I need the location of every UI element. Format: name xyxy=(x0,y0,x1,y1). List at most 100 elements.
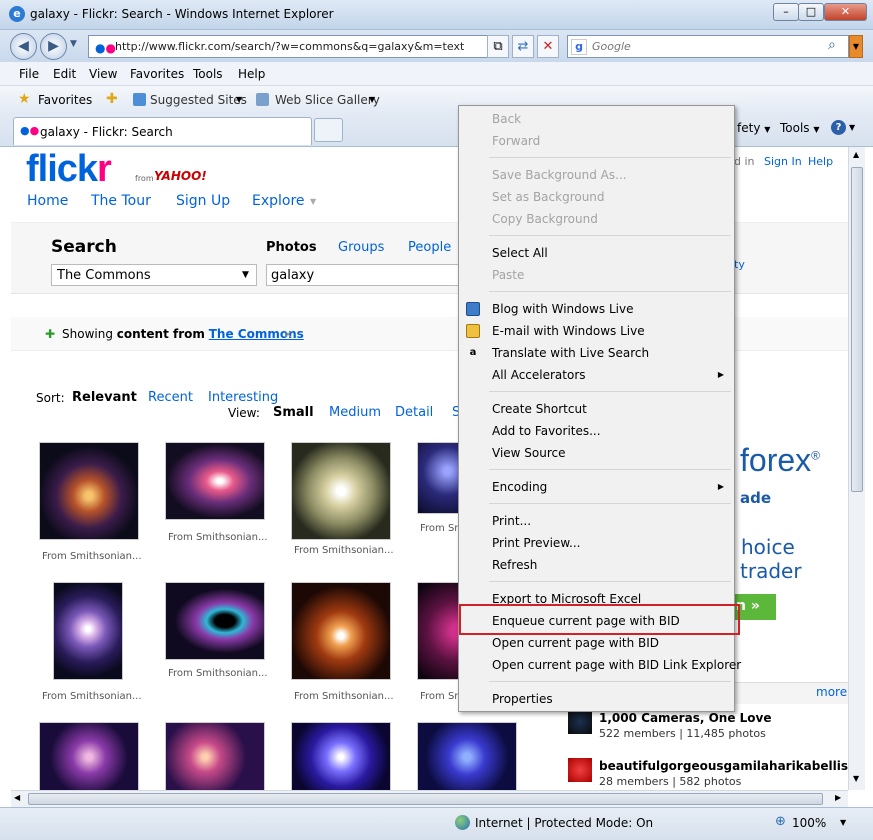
back-button[interactable]: ◀ xyxy=(10,33,37,60)
photo-thumbnail[interactable] xyxy=(165,582,265,660)
zoom-level[interactable]: 100% xyxy=(792,816,826,830)
menu-select-all[interactable]: Select All xyxy=(492,246,548,260)
menu-view-source[interactable]: View Source xyxy=(492,446,566,460)
menu-file[interactable]: File xyxy=(19,67,39,81)
menu-forward[interactable]: Forward xyxy=(492,134,540,148)
add-favorites-icon[interactable]: ✚ xyxy=(106,91,118,107)
menu-set-background[interactable]: Set as Background xyxy=(492,190,605,204)
query-input[interactable]: galaxy xyxy=(266,264,466,286)
search-options-dropdown[interactable]: ▼ xyxy=(849,35,863,58)
photo-caption[interactable]: From Smithsonian... xyxy=(168,668,268,679)
scroll-down-icon[interactable]: ▼ xyxy=(853,774,859,783)
photo-thumbnail[interactable] xyxy=(53,582,123,680)
refresh-icon[interactable]: ⇄ xyxy=(512,35,534,58)
group-name[interactable]: beautifulgorgeousgamilaharikabellissima xyxy=(599,759,848,773)
stop-icon[interactable]: ✕ xyxy=(537,35,559,58)
scroll-up-icon[interactable]: ▲ xyxy=(853,150,859,159)
address-url[interactable]: http://www.flickr.com/search/?w=commons&… xyxy=(115,40,464,53)
nav-home[interactable]: Home xyxy=(27,193,68,209)
menu-edit[interactable]: Edit xyxy=(53,67,76,81)
help-link[interactable]: Help xyxy=(808,155,833,168)
close-button[interactable]: ✕ xyxy=(824,3,867,21)
advanced-link-fragment[interactable]: ty xyxy=(734,258,745,271)
tab-galaxy[interactable]: ●● galaxy - Flickr: Search xyxy=(13,117,312,145)
address-bar[interactable]: ●● http://www.flickr.com/search/?w=commo… xyxy=(88,35,491,58)
suggested-sites-link[interactable]: Suggested Sites xyxy=(150,93,247,107)
remove-filter-icon[interactable]: × xyxy=(283,327,293,341)
forward-button[interactable]: ▶ xyxy=(40,33,67,60)
tools-menu[interactable]: Tools ▼ xyxy=(780,121,820,135)
chevron-down-icon[interactable]: ▼ xyxy=(310,197,316,206)
menu-blog-windows-live[interactable]: Blog with Windows Live xyxy=(492,302,634,316)
menu-email-windows-live[interactable]: E-mail with Windows Live xyxy=(492,324,645,338)
scroll-thumb[interactable] xyxy=(851,167,863,492)
security-zone[interactable]: Internet | Protected Mode: On xyxy=(475,816,653,830)
ad-button[interactable]: n » xyxy=(734,594,776,620)
sort-recent[interactable]: Recent xyxy=(148,390,193,405)
menu-back[interactable]: Back xyxy=(492,112,521,126)
view-medium[interactable]: Medium xyxy=(329,405,381,420)
scroll-left-icon[interactable]: ◀ xyxy=(14,793,20,802)
menu-properties[interactable]: Properties xyxy=(492,692,553,706)
menu-create-shortcut[interactable]: Create Shortcut xyxy=(492,402,587,416)
menu-all-accelerators[interactable]: All Accelerators xyxy=(492,368,586,382)
new-tab-button[interactable] xyxy=(314,118,343,142)
menu-add-favorites[interactable]: Add to Favorites... xyxy=(492,424,601,438)
search-tab-photos[interactable]: Photos xyxy=(266,240,317,255)
compatibility-view-icon[interactable]: ⧉ xyxy=(487,35,509,58)
menu-refresh[interactable]: Refresh xyxy=(492,558,537,572)
photo-thumbnail[interactable] xyxy=(291,722,391,790)
menu-print[interactable]: Print... xyxy=(492,514,531,528)
menu-translate-live-search[interactable]: Translate with Live Search xyxy=(492,346,649,360)
scroll-right-icon[interactable]: ▶ xyxy=(835,793,841,802)
photo-thumbnail[interactable] xyxy=(165,442,265,520)
search-tab-people[interactable]: People xyxy=(408,240,451,255)
safety-menu[interactable]: fety ▼ xyxy=(737,121,770,135)
vertical-scrollbar[interactable]: ▲ ▼ xyxy=(848,147,865,790)
ad-brand[interactable]: forex® xyxy=(740,442,820,479)
menu-save-background[interactable]: Save Background As... xyxy=(492,168,627,182)
menu-favorites[interactable]: Favorites xyxy=(130,67,184,81)
sort-interesting[interactable]: Interesting xyxy=(208,390,278,405)
more-groups-link[interactable]: more. xyxy=(816,685,848,699)
search-icon[interactable]: ⌕ xyxy=(828,37,836,53)
horizontal-scrollbar[interactable]: ◀ ▶ xyxy=(11,790,848,807)
web-slice-link[interactable]: Web Slice Gallery xyxy=(275,93,380,107)
view-small[interactable]: Small xyxy=(273,405,314,420)
nav-the-tour[interactable]: The Tour xyxy=(91,193,151,209)
minimize-button[interactable]: – xyxy=(773,3,799,21)
help-icon[interactable]: ? xyxy=(831,120,846,135)
recent-pages-dropdown[interactable]: ▼ xyxy=(70,39,77,49)
photo-caption[interactable]: From Smithsonian... xyxy=(294,691,394,702)
scope-select[interactable]: The Commons ▼ xyxy=(51,264,257,286)
view-detail[interactable]: Detail xyxy=(395,405,433,420)
photo-thumbnail[interactable] xyxy=(291,442,391,540)
photo-caption[interactable]: From Smithsonian... xyxy=(42,551,142,562)
menu-paste[interactable]: Paste xyxy=(492,268,524,282)
menu-tools[interactable]: Tools xyxy=(193,67,223,81)
menu-encoding[interactable]: Encoding xyxy=(492,480,547,494)
nav-sign-up[interactable]: Sign Up xyxy=(176,193,230,209)
menu-help[interactable]: Help xyxy=(238,67,265,81)
chevron-down-icon[interactable]: ▼ xyxy=(849,123,855,132)
chevron-down-icon[interactable]: ▼ xyxy=(369,95,375,104)
photo-thumbnail[interactable] xyxy=(165,722,265,790)
menu-open-bid[interactable]: Open current page with BID xyxy=(492,636,659,650)
search-box[interactable]: g Google ⌕ xyxy=(567,35,849,58)
menu-copy-background[interactable]: Copy Background xyxy=(492,212,598,226)
nav-explore[interactable]: Explore xyxy=(252,193,305,209)
photo-thumbnail[interactable] xyxy=(39,442,139,540)
group-avatar[interactable] xyxy=(568,758,592,782)
photo-thumbnail[interactable] xyxy=(291,582,391,680)
group-name[interactable]: 1,000 Cameras, One Love xyxy=(599,711,772,725)
menu-print-preview[interactable]: Print Preview... xyxy=(492,536,580,550)
photo-thumbnail[interactable] xyxy=(417,722,517,790)
photo-caption[interactable]: From Smithsonian... xyxy=(42,691,142,702)
scroll-thumb[interactable] xyxy=(28,793,823,805)
menu-view[interactable]: View xyxy=(89,67,117,81)
chevron-down-icon[interactable]: ▼ xyxy=(840,818,846,827)
chevron-down-icon[interactable]: ▼ xyxy=(236,95,242,104)
sort-relevant[interactable]: Relevant xyxy=(72,390,137,405)
search-tab-groups[interactable]: Groups xyxy=(338,240,384,255)
sign-in-link[interactable]: Sign In xyxy=(764,155,802,168)
